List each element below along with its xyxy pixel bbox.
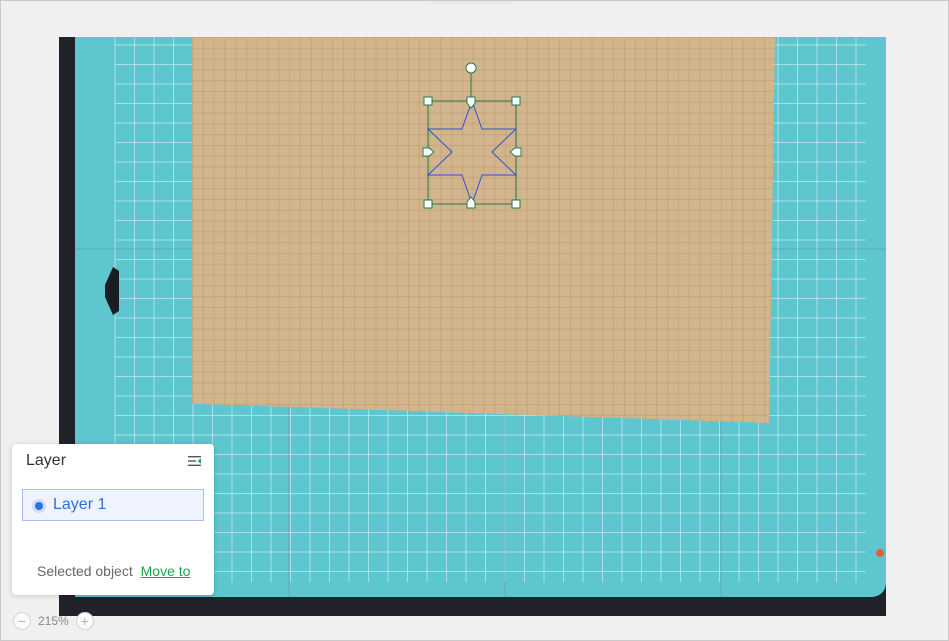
layer-name: Layer 1 (53, 496, 107, 513)
stretch-handle-left[interactable] (422, 147, 435, 157)
selection-frame (427, 100, 517, 205)
star-shape[interactable] (426, 99, 518, 206)
move-to-link[interactable]: Move to (141, 563, 191, 579)
stretch-handle-right[interactable] (509, 147, 522, 157)
app-window: Layer Layer 1 Selected object Move to − … (0, 0, 949, 641)
minus-icon[interactable]: − (13, 612, 31, 630)
plus-icon[interactable]: + (75, 612, 94, 630)
zoom-control: − 215% + (13, 610, 105, 632)
active-layer-radio[interactable] (32, 499, 46, 513)
top-tab-indicator (431, 1, 511, 4)
resize-handle-top-left[interactable] (423, 96, 433, 106)
rotate-handle[interactable] (465, 62, 477, 74)
layer-list-item[interactable]: Layer 1 (22, 489, 204, 521)
resize-handle-bottom-right[interactable] (511, 199, 521, 209)
selected-object-row: Selected object Move to (37, 563, 190, 579)
resize-handle-bottom-left[interactable] (423, 199, 433, 209)
zoom-level: 215% (38, 614, 69, 628)
layer-panel: Layer Layer 1 Selected object Move to (12, 444, 214, 595)
layer-panel-title: Layer (26, 452, 67, 469)
selected-object-label: Selected object (37, 563, 133, 579)
list-collapse-icon[interactable] (188, 454, 202, 468)
resize-handle-top-right[interactable] (511, 96, 521, 106)
